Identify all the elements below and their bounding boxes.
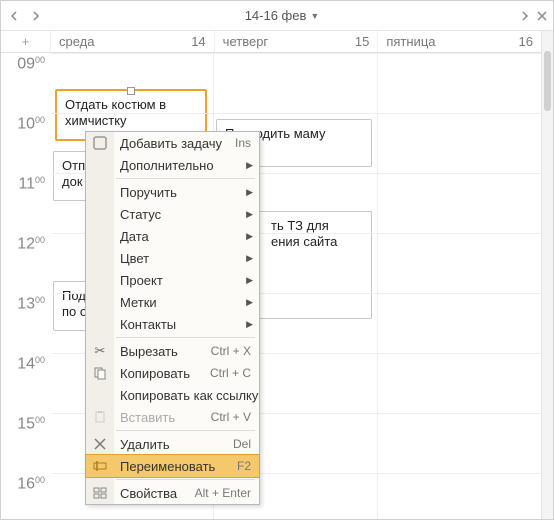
- menu-shortcut: Del: [233, 437, 251, 451]
- submenu-arrow-icon: ▶: [246, 253, 253, 264]
- hour-label: 1400: [17, 355, 45, 373]
- menu-label: Контакты: [120, 317, 251, 332]
- day-header-fri[interactable]: пятница 16: [378, 31, 541, 52]
- nav-area: [5, 6, 45, 26]
- menu-shortcut: Ctrl + V: [211, 410, 251, 424]
- hour-label: 1600: [17, 475, 45, 493]
- close-button[interactable]: [537, 11, 547, 21]
- add-event-button[interactable]: +: [1, 31, 51, 52]
- date-range-dropdown[interactable]: 14-16 фев ▼: [45, 8, 519, 23]
- context-menu: Добавить задачу Ins Дополнительно ▶ Пору…: [85, 131, 260, 505]
- menu-label: Проект: [120, 273, 251, 288]
- menu-shortcut: F2: [237, 459, 251, 473]
- menu-item-properties[interactable]: Свойства Alt + Enter: [86, 482, 259, 504]
- rename-icon: [90, 456, 110, 476]
- cut-icon: ✂: [90, 341, 110, 361]
- grid-line: [51, 53, 541, 54]
- day-header-wed[interactable]: среда 14: [51, 31, 215, 52]
- menu-item-status[interactable]: Статус ▶: [86, 203, 259, 225]
- calendar-grid: + среда 14 четверг 15 пятница 16 0900 100…: [1, 31, 541, 519]
- submenu-arrow-icon: ▶: [246, 297, 253, 308]
- menu-label: Копировать: [120, 366, 210, 381]
- menu-label: Переименовать: [120, 459, 237, 474]
- hour-label: 1100: [18, 175, 45, 193]
- menu-item-assign[interactable]: Поручить ▶: [86, 181, 259, 203]
- menu-shortcut: Ins: [235, 136, 251, 150]
- menu-label: Добавить задачу: [120, 136, 235, 151]
- prev-button[interactable]: [5, 6, 25, 26]
- submenu-arrow-icon: ▶: [246, 231, 253, 242]
- menu-item-add-task[interactable]: Добавить задачу Ins: [86, 132, 259, 154]
- menu-shortcut: Ctrl + X: [211, 344, 251, 358]
- menu-label: Дополнительно: [120, 158, 251, 173]
- checkbox-icon: [90, 133, 110, 153]
- properties-icon: [90, 483, 110, 503]
- day-name: четверг: [223, 34, 269, 49]
- delete-icon: [90, 434, 110, 454]
- day-number: 14: [191, 34, 205, 49]
- dropdown-icon: ▼: [310, 11, 319, 21]
- copy-icon: [90, 363, 110, 383]
- hour-label: 1300: [17, 295, 45, 313]
- submenu-arrow-icon: ▶: [246, 187, 253, 198]
- hour-label: 1000: [17, 115, 45, 133]
- hour-label: 0900: [17, 55, 45, 73]
- topbar: 14-16 фев ▼: [1, 1, 553, 31]
- menu-item-color[interactable]: Цвет ▶: [86, 247, 259, 269]
- menu-item-rename[interactable]: Переименовать F2: [86, 455, 259, 477]
- window-controls: [519, 11, 547, 21]
- day-headers: + среда 14 четверг 15 пятница 16: [1, 31, 541, 53]
- more-button[interactable]: [519, 11, 529, 21]
- day-name: пятница: [386, 34, 435, 49]
- menu-item-project[interactable]: Проект ▶: [86, 269, 259, 291]
- menu-label: Поручить: [120, 185, 251, 200]
- next-button[interactable]: [25, 6, 45, 26]
- col-fri[interactable]: [378, 53, 541, 519]
- menu-shortcut: Alt + Enter: [195, 486, 251, 500]
- date-range-label: 14-16 фев: [245, 8, 307, 23]
- menu-item-paste: Вставить Ctrl + V: [86, 406, 259, 428]
- submenu-arrow-icon: ▶: [246, 275, 253, 286]
- submenu-arrow-icon: ▶: [246, 209, 253, 220]
- hour-label: 1500: [17, 415, 45, 433]
- menu-item-copy-link[interactable]: Копировать как ссылку: [86, 384, 259, 406]
- menu-label: Вставить: [120, 410, 211, 425]
- day-header-thu[interactable]: четверг 15: [215, 31, 379, 52]
- menu-label: Цвет: [120, 251, 251, 266]
- paste-icon: [90, 407, 110, 427]
- menu-label: Статус: [120, 207, 251, 222]
- menu-item-contacts[interactable]: Контакты ▶: [86, 313, 259, 335]
- menu-label: Метки: [120, 295, 251, 310]
- menu-label: Свойства: [120, 486, 195, 501]
- menu-item-additional[interactable]: Дополнительно ▶: [86, 154, 259, 176]
- menu-label: Вырезать: [120, 344, 211, 359]
- menu-label: Копировать как ссылку: [120, 388, 258, 403]
- scrollbar[interactable]: [541, 31, 553, 519]
- menu-label: Удалить: [120, 437, 233, 452]
- submenu-arrow-icon: ▶: [246, 319, 253, 330]
- menu-item-tags[interactable]: Метки ▶: [86, 291, 259, 313]
- menu-item-delete[interactable]: Удалить Del: [86, 433, 259, 455]
- day-number: 15: [355, 34, 369, 49]
- menu-item-copy[interactable]: Копировать Ctrl + C: [86, 362, 259, 384]
- menu-shortcut: Ctrl + C: [210, 366, 251, 380]
- day-name: среда: [59, 34, 95, 49]
- day-number: 16: [519, 34, 533, 49]
- time-column: 0900 1000 1100 1200 1300 1400 1500 1600: [1, 53, 51, 519]
- menu-item-cut[interactable]: ✂ Вырезать Ctrl + X: [86, 340, 259, 362]
- menu-label: Дата: [120, 229, 251, 244]
- grid-line: [51, 113, 541, 114]
- calendar-window: 14-16 фев ▼ + среда 14 четверг 15 пятниц: [0, 0, 554, 520]
- hour-label: 1200: [17, 235, 45, 253]
- scrollbar-thumb[interactable]: [544, 51, 551, 111]
- submenu-arrow-icon: ▶: [246, 160, 253, 171]
- menu-item-date[interactable]: Дата ▶: [86, 225, 259, 247]
